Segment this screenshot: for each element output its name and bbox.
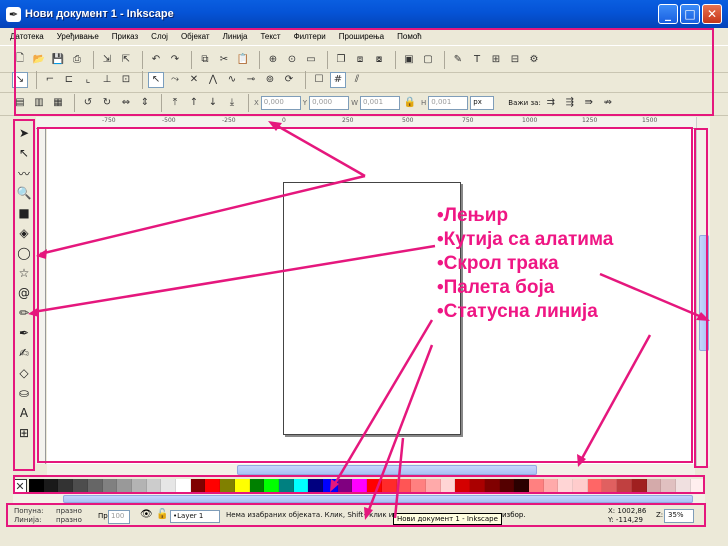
arrow-statusbar [365,344,434,516]
annotation-arrows [28,121,710,520]
annotation-toolbox: •Кутија са алатима [437,229,614,250]
annotation-ruler: •Лењир [437,205,509,226]
arrow-scrollbar-h [578,334,652,463]
arrowhead [36,249,47,259]
arrowhead [28,307,39,317]
arrow-ruler-left [39,174,366,256]
annotation-statusbar: •Статусна линија [437,301,598,322]
arrow-palette [331,319,434,488]
arrowhead [364,507,373,520]
annotation-list: •Лењир •Кутија са алатима •Скрол трака •… [437,204,613,324]
arrow-ruler-top [273,122,366,178]
arrow-statusbar-tooltip [393,437,405,519]
annotation-scrollbar: •Скрол трака [437,253,559,274]
inkscape-window: ✒ Нови документ 1 - Inkscape _ □ ✕ Датот… [0,0,728,546]
annotation-palette: •Палета боја [437,277,555,298]
arrow-toolbox [32,244,436,314]
arrow-scrollbar-v [599,272,705,320]
